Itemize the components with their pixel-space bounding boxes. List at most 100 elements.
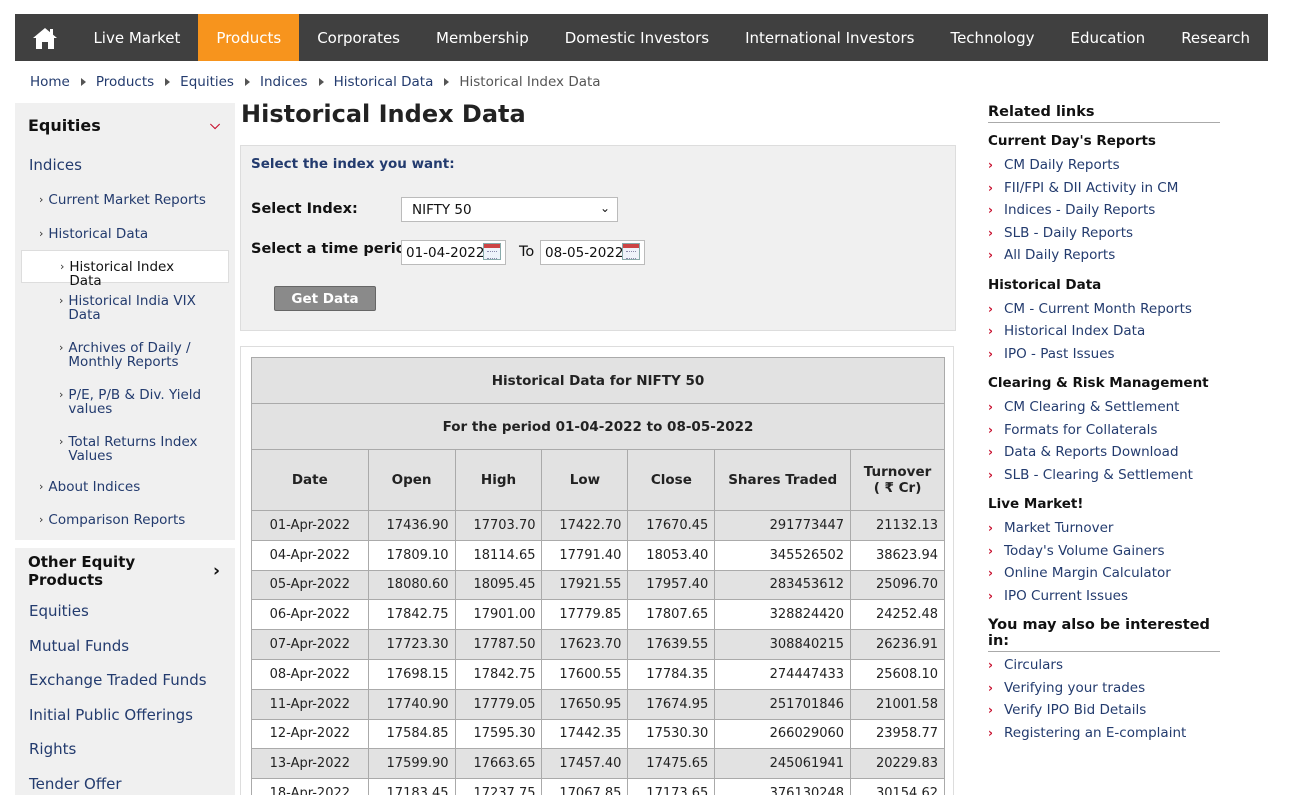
table-cell: 17623.70: [541, 629, 629, 660]
chevron-right-icon: ›: [988, 248, 993, 263]
to-label: To: [519, 244, 535, 260]
related-link[interactable]: › SLB - Daily Reports: [988, 222, 1220, 245]
related-link[interactable]: › Formats for Collaterals: [988, 419, 1220, 442]
related-link[interactable]: › Indices - Daily Reports: [988, 199, 1220, 222]
related-link[interactable]: › IPO Current Issues: [988, 585, 1220, 608]
table-cell: 17670.45: [627, 510, 716, 541]
sidebar-item-ipos[interactable]: Initial Public Offerings: [15, 698, 235, 733]
table-row: 11-Apr-2022 17740.90 17779.05 17650.95 17674…: [251, 688, 945, 720]
table-cell: 17921.55: [541, 569, 629, 601]
table-cell: 21132.13: [850, 510, 945, 541]
table-cell: 24252.48: [850, 599, 945, 631]
related-link[interactable]: › Today's Volume Gainers: [988, 540, 1220, 563]
nav-corporates[interactable]: Corporates: [299, 14, 418, 61]
related-link[interactable]: › FII/FPI & DII Activity in CM: [988, 177, 1220, 200]
related-link[interactable]: › IPO - Past Issues: [988, 343, 1220, 366]
table-cell: 17957.40: [627, 569, 716, 601]
related-link[interactable]: › Registering an E-complaint: [988, 722, 1220, 745]
breadcrumb-indices[interactable]: Indices: [260, 74, 308, 90]
related-link-label: Data & Reports Download: [1004, 444, 1179, 461]
sidebar-item-total-returns-index[interactable]: › Total Returns Index Values: [15, 424, 235, 471]
to-date-input[interactable]: 08-05-2022: [540, 240, 645, 265]
related-link[interactable]: › CM Clearing & Settlement: [988, 396, 1220, 419]
sidebar-item-historical-index-data[interactable]: › Historical Index Data: [21, 250, 229, 288]
table-cell: 23958.77: [850, 718, 945, 750]
sidebar-item-comparison-reports[interactable]: › Comparison Reports: [15, 504, 235, 540]
sidebar-item-historical-india-vix-data[interactable]: › Historical India VIX Data: [15, 283, 235, 330]
equities-menu-header[interactable]: Equities ⌵: [15, 103, 235, 147]
sidebar-item-tender-offer[interactable]: Tender Offer: [15, 767, 235, 795]
table-cell: 07-Apr-2022: [251, 629, 369, 660]
other-equity-products-menu: Other Equity Products › Equities Mutual …: [15, 548, 235, 795]
table-cell: 17650.95: [541, 688, 629, 720]
chevron-right-icon: ›: [988, 467, 993, 482]
breadcrumb-home[interactable]: Home: [30, 74, 70, 90]
sidebar-item-indices[interactable]: Indices: [15, 147, 235, 183]
table-cell: 17723.30: [367, 629, 456, 660]
chevron-right-icon: ›: [59, 294, 64, 307]
related-section: Live Market! › Market Turnover › Today's Vol…: [988, 496, 1220, 607]
related-link[interactable]: › Market Turnover: [988, 517, 1220, 540]
calendar-icon[interactable]: [622, 243, 640, 260]
calendar-icon[interactable]: [483, 243, 501, 260]
nav-domestic-investors[interactable]: Domestic Investors: [547, 14, 727, 61]
other-equity-products-header[interactable]: Other Equity Products ›: [15, 548, 235, 594]
related-link-label: Indices - Daily Reports: [1004, 202, 1156, 219]
equities-menu: Equities ⌵ Indices › Current Market Repor…: [15, 103, 235, 540]
breadcrumb-products[interactable]: Products: [96, 74, 154, 90]
related-link[interactable]: › CM Daily Reports: [988, 154, 1220, 177]
table-row: 05-Apr-2022 18080.60 18095.45 17921.55 17957…: [251, 569, 945, 601]
nav-research[interactable]: Research: [1163, 14, 1268, 61]
chevron-right-icon: ›: [988, 180, 993, 195]
related-link-label: IPO Current Issues: [1004, 587, 1128, 604]
related-link[interactable]: › Verify IPO Bid Details: [988, 699, 1220, 722]
sidebar-item-historical-data[interactable]: › Historical Data: [15, 217, 235, 250]
equities-menu-title: Equities: [28, 115, 101, 135]
from-date-input[interactable]: 01-04-2022: [401, 240, 506, 265]
table-cell: 01-Apr-2022: [251, 510, 369, 541]
breadcrumb: Home Products Equities Indices Historica…: [30, 73, 601, 91]
sidebar-item-etfs[interactable]: Exchange Traded Funds: [15, 663, 235, 698]
table-cell: 17842.75: [454, 658, 543, 690]
table-cell: 12-Apr-2022: [251, 718, 369, 750]
sidebar-item-archives[interactable]: › Archives of Daily / Monthly Reports: [15, 330, 235, 377]
nav-live-market[interactable]: Live Market: [75, 14, 198, 61]
related-link[interactable]: › Historical Index Data: [988, 320, 1220, 343]
breadcrumb-separator-icon: [165, 78, 171, 86]
related-link[interactable]: › Circulars: [988, 654, 1220, 677]
sidebar-item-equities[interactable]: Equities: [15, 594, 235, 629]
sidebar-item-current-market-reports[interactable]: › Current Market Reports: [15, 183, 235, 217]
nav-education[interactable]: Education: [1053, 14, 1164, 61]
sidebar-item-pe-pb-div-yield[interactable]: › P/E, P/B & Div. Yield values: [15, 377, 235, 424]
nav-technology[interactable]: Technology: [932, 14, 1052, 61]
related-link[interactable]: › Data & Reports Download: [988, 441, 1220, 464]
related-link[interactable]: › Verifying your trades: [988, 677, 1220, 700]
nav-products[interactable]: Products: [198, 14, 300, 61]
related-link[interactable]: › All Daily Reports: [988, 244, 1220, 267]
sidebar-item-mutual-funds[interactable]: Mutual Funds: [15, 629, 235, 664]
related-link[interactable]: › CM - Current Month Reports: [988, 298, 1220, 321]
home-button[interactable]: [15, 14, 75, 61]
top-nav: Live Market Products Corporates Membersh…: [15, 14, 1268, 61]
chevron-right-icon: ›: [988, 703, 993, 718]
nav-international-investors[interactable]: International Investors: [727, 14, 932, 61]
table-row: 01-Apr-2022 17436.90 17703.70 17422.70 17670…: [251, 510, 945, 541]
sidebar-item-about-indices[interactable]: › About Indices: [15, 471, 235, 504]
page-title: Historical Index Data: [241, 100, 526, 128]
related-link[interactable]: › SLB - Clearing & Settlement: [988, 464, 1220, 487]
table-row: 04-Apr-2022 17809.10 18114.65 17791.40 18053…: [251, 539, 945, 571]
related-link[interactable]: › Online Margin Calculator: [988, 562, 1220, 585]
table-cell: 266029060: [714, 718, 852, 750]
table-cell: 17807.65: [627, 599, 716, 631]
breadcrumb-equities[interactable]: Equities: [180, 74, 234, 90]
table-cell: 11-Apr-2022: [251, 688, 369, 720]
get-data-button[interactable]: Get Data: [274, 286, 376, 311]
form-prompt: Select the index you want:: [251, 156, 455, 172]
sidebar-item-rights[interactable]: Rights: [15, 732, 235, 767]
breadcrumb-historical-data[interactable]: Historical Data: [334, 74, 434, 90]
table-cell: 17842.75: [367, 599, 456, 631]
index-select[interactable]: NIFTY 50 ⌄: [401, 197, 618, 222]
related-link-label: Market Turnover: [1004, 520, 1114, 537]
table-cell: 38623.94: [850, 539, 945, 571]
nav-membership[interactable]: Membership: [418, 14, 547, 61]
